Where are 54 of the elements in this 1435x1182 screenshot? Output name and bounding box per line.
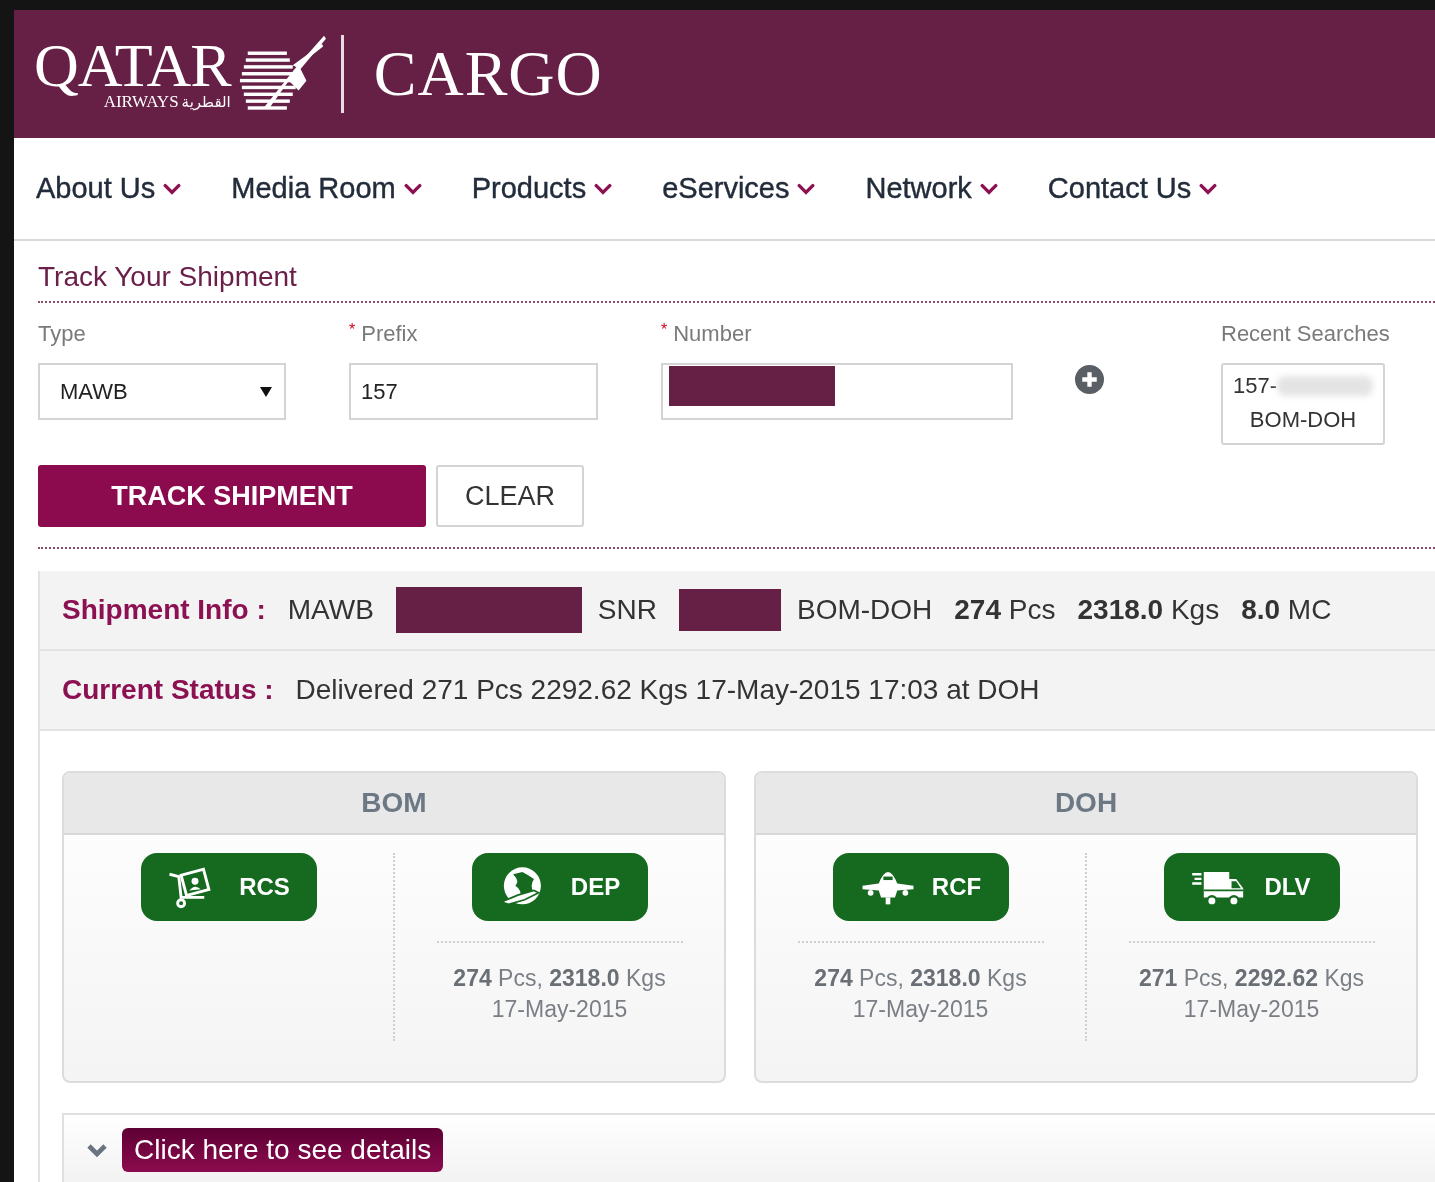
field-label: Type: [38, 321, 86, 347]
info-value: MAWB: [287, 594, 374, 626]
recent-route: BOM-DOH: [1249, 407, 1357, 433]
nav-menu-item[interactable]: eServices: [662, 172, 816, 205]
product-name: CARGO: [373, 37, 603, 111]
dropdown-arrow-icon: [260, 386, 272, 397]
chevron-down-icon: [403, 181, 422, 196]
info-value: 8.0 MC: [1241, 594, 1332, 626]
type-dropdown[interactable]: MAWB: [38, 363, 286, 420]
number-input[interactable]: [661, 363, 1013, 420]
recent-number: 157-: [1233, 373, 1278, 399]
brand-arabic: القطرية: [181, 93, 231, 111]
nav-menu-item[interactable]: About Us: [36, 172, 182, 205]
event-date: 17-May-2015: [851, 995, 990, 1024]
status-badge: DLV: [1163, 853, 1340, 921]
nav-menu-item[interactable]: Network: [865, 172, 998, 205]
nav-menu-item[interactable]: Products: [471, 172, 613, 205]
event-quantity: 271 Pcs, 2292.62 Kgs: [1137, 964, 1366, 993]
info-value: SNR: [597, 594, 657, 626]
event-date: 17-May-2015: [1182, 995, 1321, 1024]
info-value: BOM-DOH: [796, 594, 933, 626]
status-badge: RCS: [140, 853, 317, 921]
nav-menu-item[interactable]: Contact Us: [1047, 172, 1218, 205]
event-date: 17-May-2015: [490, 995, 629, 1024]
info-label: Current Status :: [62, 674, 274, 706]
section-title: Track Your Shipment: [38, 241, 1435, 303]
chevron-down-icon: [979, 181, 998, 196]
add-circle-icon: [1075, 365, 1104, 394]
track-button[interactable]: TRACK SHIPMENT: [38, 465, 426, 527]
recent-search-item[interactable]: 157- BOM-DOH: [1221, 363, 1386, 445]
brand-subtitle: AIRWAYS: [103, 93, 179, 111]
info-label: Shipment Info :: [62, 594, 266, 626]
required-mark: *: [349, 321, 356, 339]
field-label: Prefix: [361, 321, 418, 347]
required-mark: *: [661, 321, 668, 339]
clear-button[interactable]: CLEAR: [436, 465, 584, 527]
chevron-down-icon: [163, 181, 182, 196]
field-label: Number: [673, 321, 752, 347]
field-label: Recent Searches: [1221, 321, 1390, 347]
chevron-down-icon: [594, 181, 613, 196]
status-badge: RCF: [832, 853, 1009, 921]
chevron-down-icon: [797, 181, 816, 196]
info-value: 274 Pcs: [954, 594, 1056, 626]
station-header: DOH: [756, 773, 1416, 835]
info-value: 2318.0 Kgs: [1077, 594, 1220, 626]
chevron-down-icon: [1199, 181, 1218, 196]
station-header: BOM: [64, 773, 724, 835]
status-text: Delivered 271 Pcs 2292.62 Kgs 17-May-2015 17:03 at DOH: [295, 674, 1040, 706]
event-quantity: 274 Pcs, 2318.0 Kgs: [813, 964, 1028, 993]
nav-menu-item[interactable]: Media Room: [231, 172, 422, 205]
details-link[interactable]: Click here to see details: [122, 1128, 444, 1172]
prefix-input[interactable]: 157: [349, 363, 598, 420]
status-badge: DEP: [471, 853, 648, 921]
event-quantity: 274 Pcs, 2318.0 Kgs: [452, 964, 667, 993]
